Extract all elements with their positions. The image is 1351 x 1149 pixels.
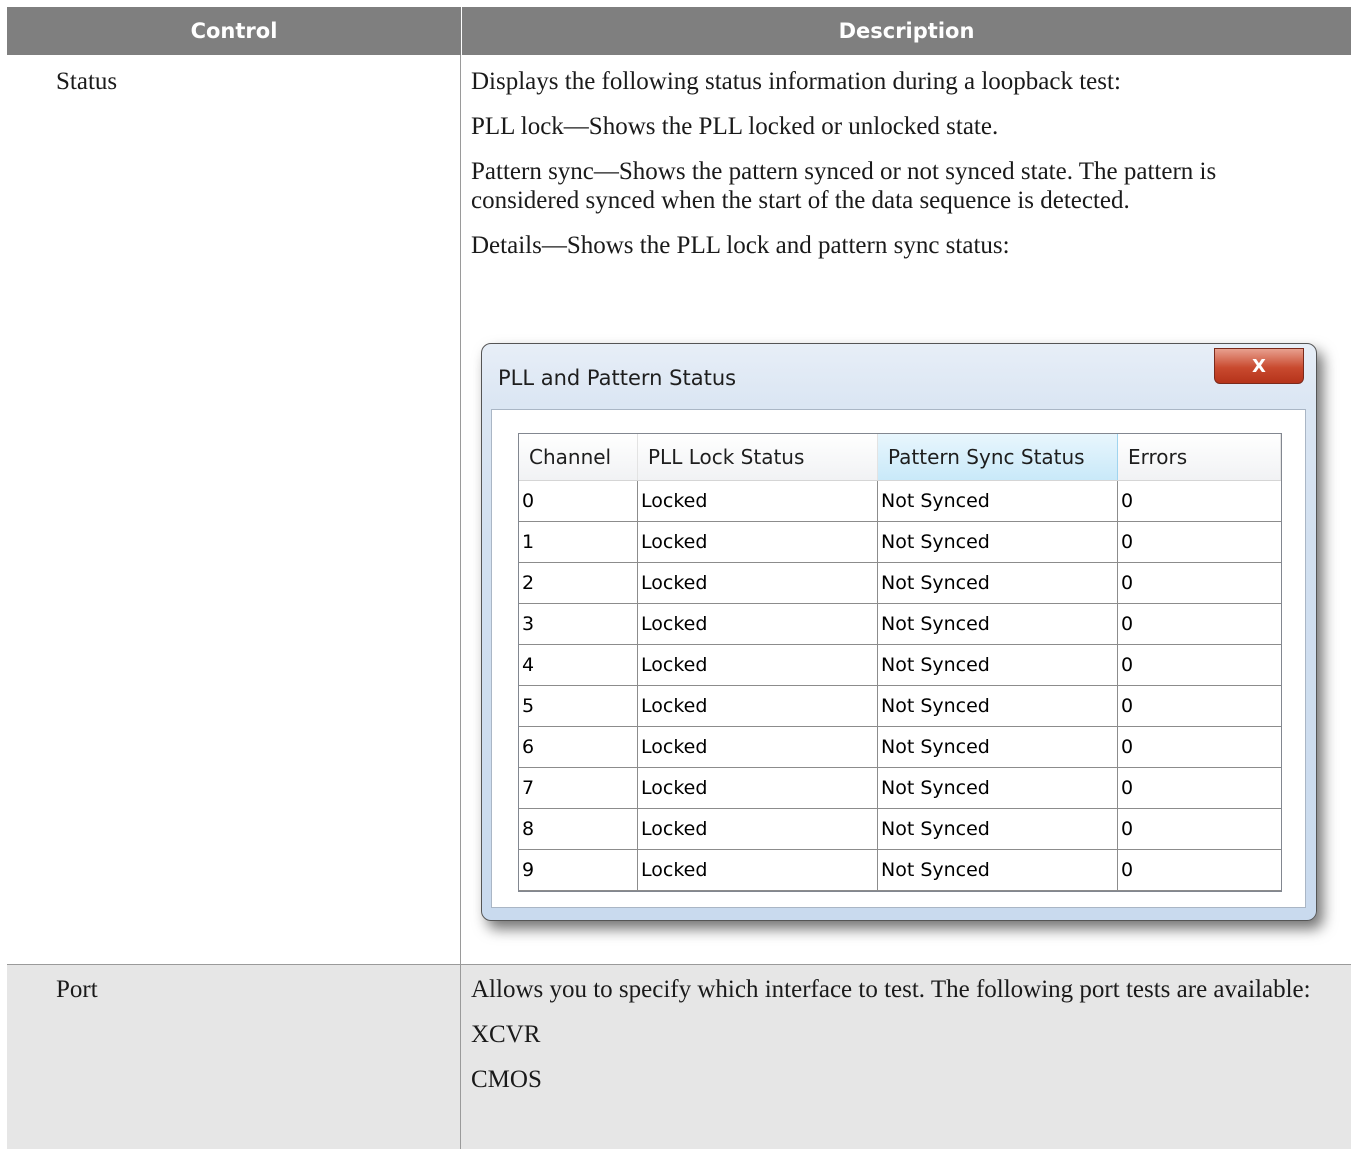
control-cell: Status (7, 55, 461, 964)
close-button[interactable]: X (1214, 348, 1304, 384)
cell-pattern-sync: Not Synced (878, 481, 1118, 521)
cell-pll-lock: Locked (638, 850, 878, 890)
cell-errors: 0 (1121, 490, 1134, 512)
table-row[interactable]: 3 Locked Not Synced 0 (519, 604, 1281, 645)
cell-channel: 3 (519, 604, 638, 644)
control-cell: Port (7, 965, 461, 1149)
table-row[interactable]: 0 Locked Not Synced 0 (519, 481, 1281, 522)
control-label: Status (56, 68, 118, 95)
cell-errors: 0 (1121, 695, 1134, 717)
cell-pattern-sync: Not Synced (878, 604, 1118, 644)
cell-errors: 0 (1121, 654, 1134, 676)
table-row[interactable]: 7 Locked Not Synced 0 (519, 768, 1281, 809)
cell-channel: 2 (519, 563, 638, 603)
cell-channel: 6 (519, 727, 638, 767)
status-grid[interactable]: Channel PLL Lock Status Pattern Sync Sta… (518, 433, 1282, 892)
cell-errors: 0 (1121, 859, 1134, 881)
grid-body: 0 Locked Not Synced 0 1 Locked Not Synced 0 2 Loc… (519, 481, 1281, 891)
cell-channel: 7 (519, 768, 638, 808)
cell-pattern-sync: Not Synced (878, 563, 1118, 603)
table-row[interactable]: 8 Locked Not Synced 0 (519, 809, 1281, 850)
cell-pattern-sync: Not Synced (878, 727, 1118, 767)
column-header-pattern-sync[interactable]: Pattern Sync Status (878, 434, 1118, 480)
table-row[interactable]: 2 Locked Not Synced 0 (519, 563, 1281, 604)
cell-pattern-sync: Not Synced (878, 768, 1118, 808)
cell-pll-lock: Locked (638, 645, 878, 685)
header-description: Description (838, 19, 975, 43)
cell-pattern-sync: Not Synced (878, 645, 1118, 685)
table-row-port: Port Allows you to specify which interfa… (7, 964, 1351, 1149)
header-control: Control (7, 7, 462, 55)
column-header-pll-lock[interactable]: PLL Lock Status (638, 434, 878, 480)
paragraph: Details—Shows the PLL lock and pattern s… (471, 232, 1010, 259)
control-label: Port (56, 976, 98, 1003)
cell-pattern-sync: Not Synced (878, 686, 1118, 726)
cell-pll-lock: Locked (638, 522, 878, 562)
cell-errors: 0 (1121, 777, 1134, 799)
paragraph: Displays the following status informatio… (471, 68, 1121, 95)
cell-errors: 0 (1121, 736, 1134, 758)
paragraph: PLL lock—Shows the PLL locked or unlocke… (471, 113, 999, 140)
column-header-channel[interactable]: Channel (519, 434, 638, 480)
dialog-title: PLL and Pattern Status (498, 366, 737, 390)
cell-channel: 5 (519, 686, 638, 726)
paragraph: Allows you to specify which interface to… (471, 976, 1311, 1003)
cell-channel: 0 (519, 481, 638, 521)
cell-errors: 0 (1121, 572, 1134, 594)
cell-pll-lock: Locked (638, 604, 878, 644)
dialog-window: PLL and Pattern Status X Channel PLL Loc… (481, 343, 1317, 921)
cell-pattern-sync: Not Synced (878, 522, 1118, 562)
table-row[interactable]: 4 Locked Not Synced 0 (519, 645, 1281, 686)
cell-channel: 8 (519, 809, 638, 849)
table-row[interactable]: 1 Locked Not Synced 0 (519, 522, 1281, 563)
cell-errors: 0 (1121, 613, 1134, 635)
grid-header: Channel PLL Lock Status Pattern Sync Sta… (519, 434, 1281, 481)
paragraph: Pattern sync—Shows the pattern synced or… (471, 158, 1217, 214)
cell-channel: 4 (519, 645, 638, 685)
cell-errors: 0 (1121, 818, 1134, 840)
table-header: Control Description (7, 7, 1351, 55)
table-row[interactable]: 5 Locked Not Synced 0 (519, 686, 1281, 727)
cell-channel: 1 (519, 522, 638, 562)
cell-pll-lock: Locked (638, 809, 878, 849)
cell-pll-lock: Locked (638, 727, 878, 767)
cell-pll-lock: Locked (638, 686, 878, 726)
cell-channel: 9 (519, 850, 638, 890)
status-dialog-screenshot: PLL and Pattern Status X Channel PLL Loc… (481, 343, 1337, 939)
cell-pll-lock: Locked (638, 768, 878, 808)
column-header-errors[interactable]: Errors (1118, 434, 1281, 480)
table-row[interactable]: 6 Locked Not Synced 0 (519, 727, 1281, 768)
paragraph: XCVR (471, 1021, 541, 1048)
paragraph: CMOS (471, 1066, 542, 1093)
cell-errors: 0 (1121, 531, 1134, 553)
close-x-icon: X (1252, 355, 1266, 377)
description-cell: Allows you to specify which interface to… (461, 965, 1351, 1149)
cell-pattern-sync: Not Synced (878, 850, 1118, 890)
cell-pattern-sync: Not Synced (878, 809, 1118, 849)
cell-pll-lock: Locked (638, 481, 878, 521)
table-row[interactable]: 9 Locked Not Synced 0 (519, 850, 1281, 891)
cell-pll-lock: Locked (638, 563, 878, 603)
